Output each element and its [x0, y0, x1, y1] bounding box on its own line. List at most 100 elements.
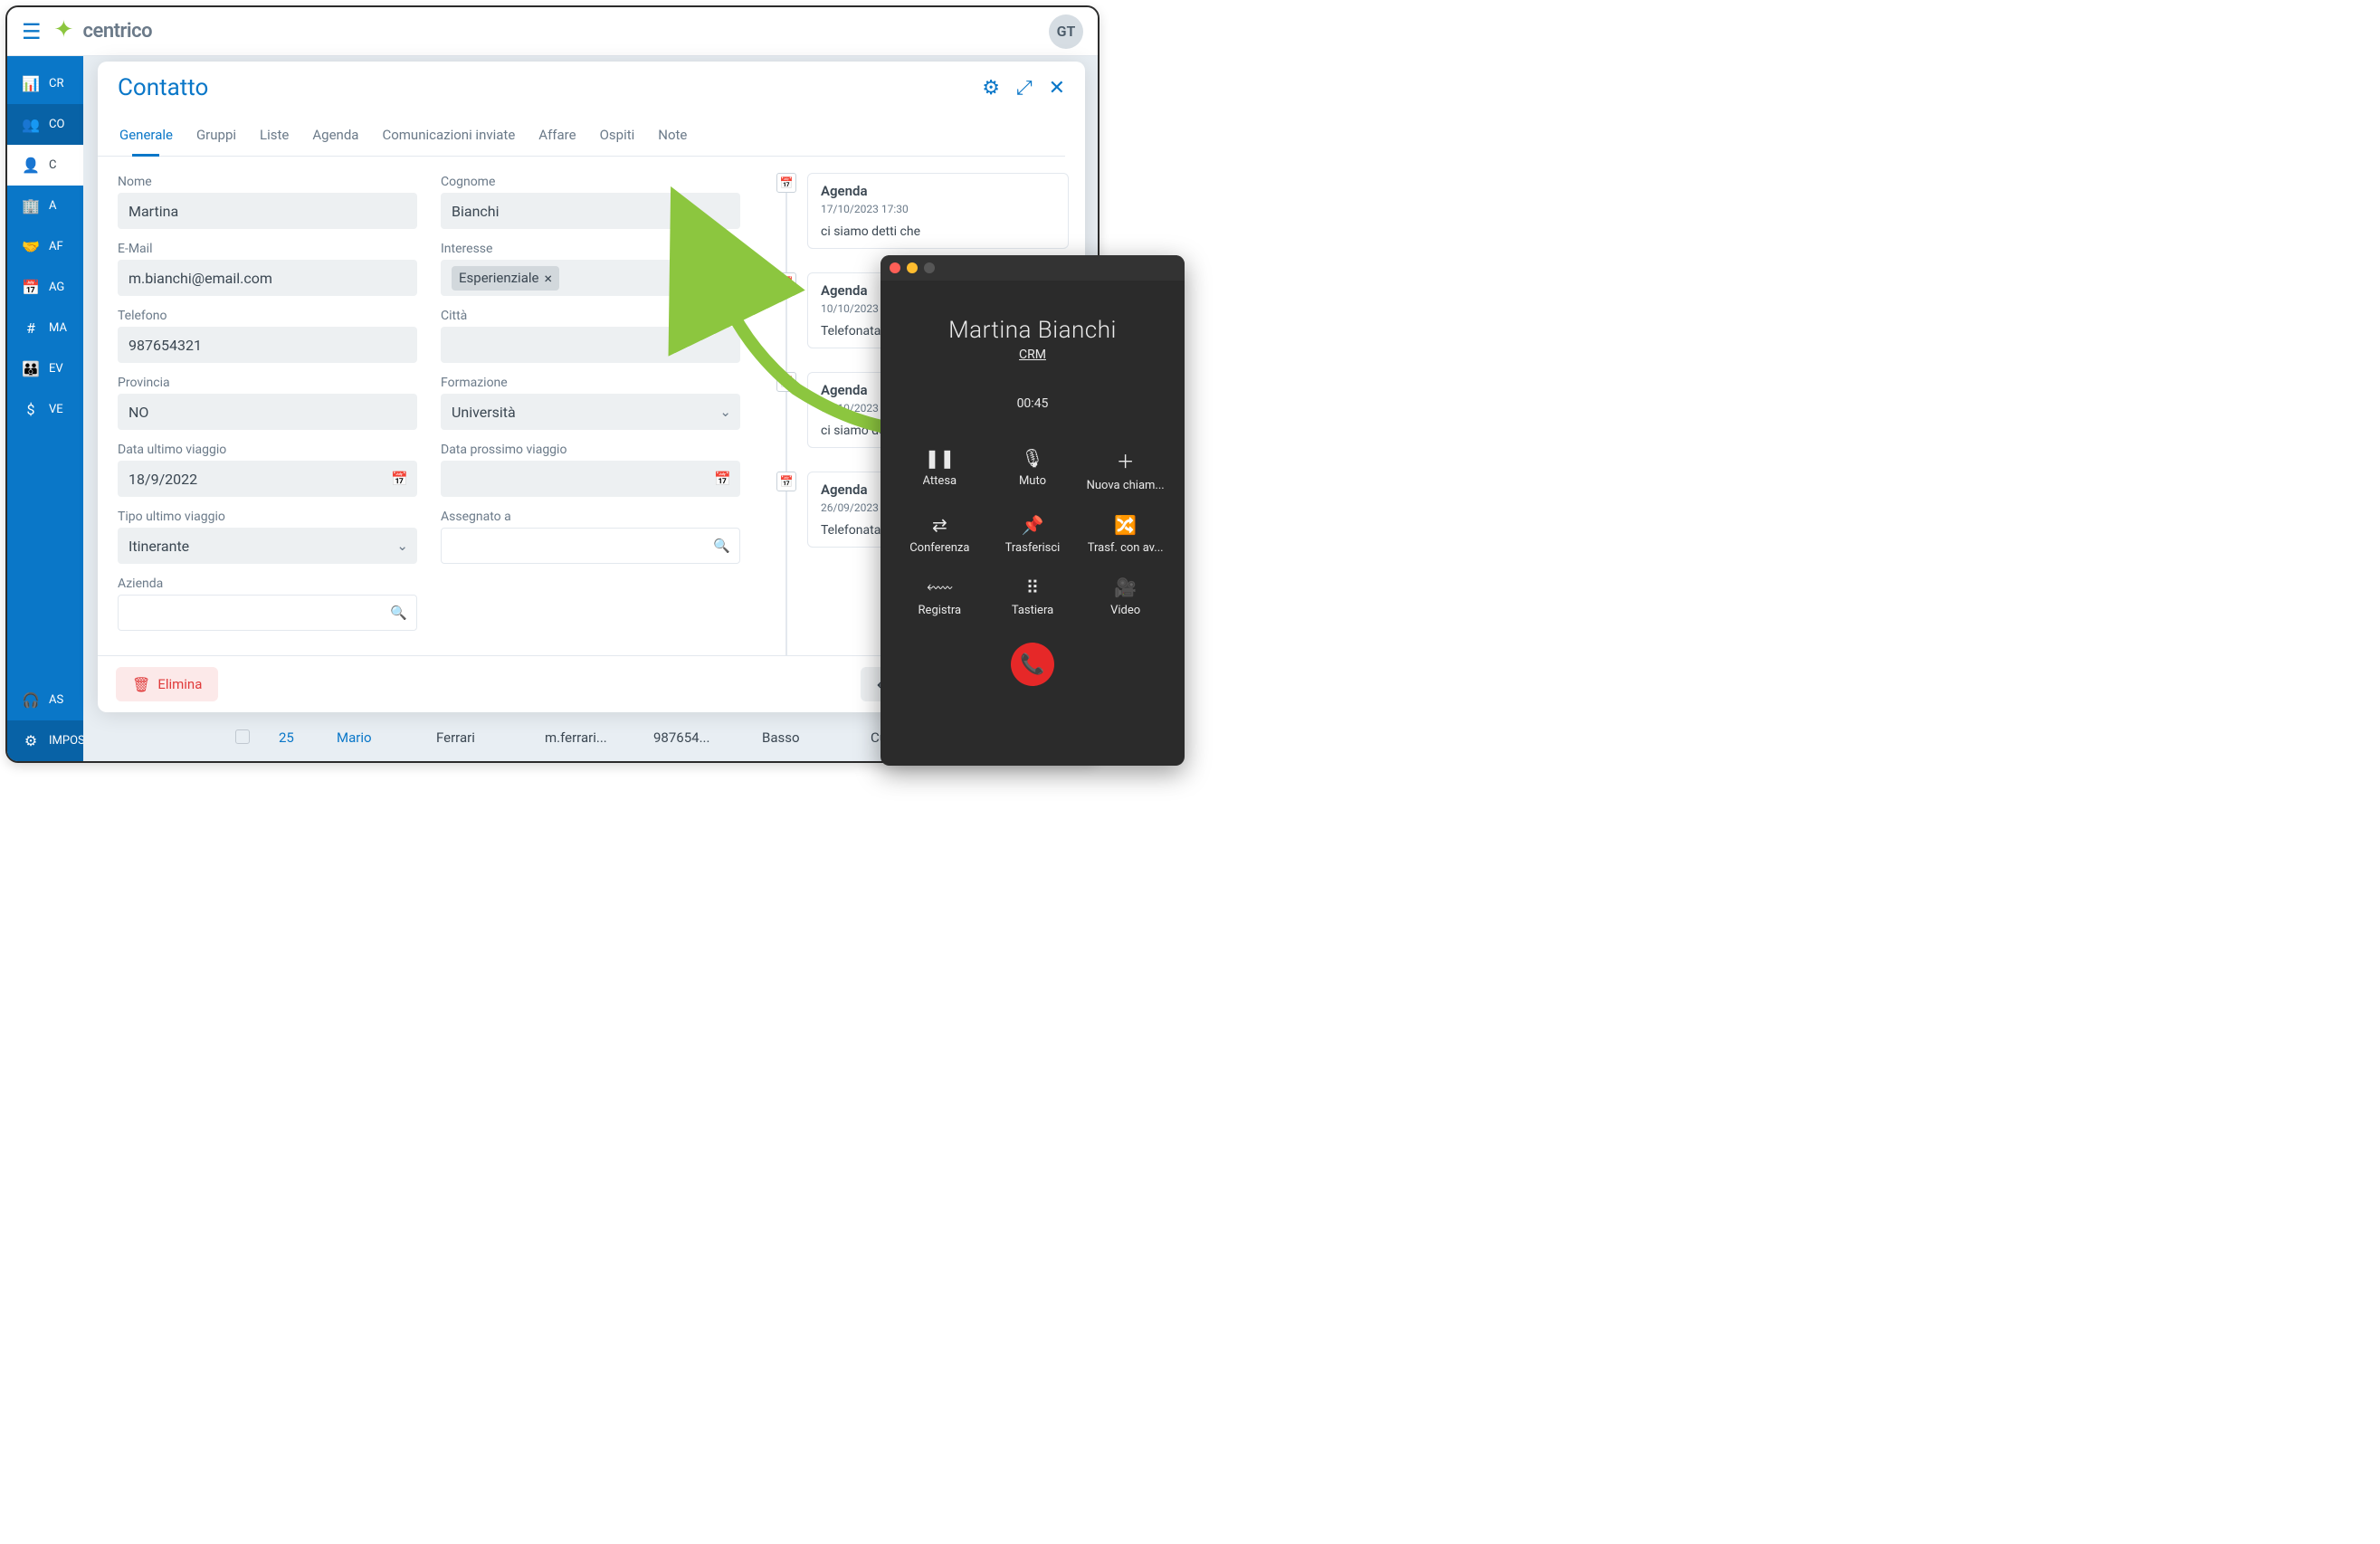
phone-titlebar	[881, 255, 1185, 281]
formazione-select[interactable]: Università⌄	[441, 394, 740, 430]
tab-gruppi[interactable]: Gruppi	[195, 121, 238, 156]
sidebar-item-6[interactable]: #MA	[7, 308, 83, 348]
tab-generale[interactable]: Generale	[118, 121, 175, 156]
topbar: ☰ centrico GT	[7, 7, 1098, 56]
row-col5: Basso	[762, 729, 852, 746]
form: Nome Cognome E-Mail Interesse Esperienzia…	[98, 157, 760, 655]
interesse-label: Interesse	[441, 242, 740, 256]
hamburger-icon[interactable]: ☰	[22, 19, 42, 44]
sidebar-item-2[interactable]: 👤C	[7, 145, 83, 186]
dataprossimo-label: Data prossimo viaggio	[441, 443, 740, 457]
sidebar-item-assist[interactable]: 🎧AS	[7, 680, 83, 720]
tab-affare[interactable]: Affare	[537, 121, 577, 156]
record-button[interactable]: ⬳Registra	[893, 577, 986, 617]
pause-icon: ❚❚	[925, 447, 956, 469]
expand-icon[interactable]: ⤢	[1016, 77, 1033, 100]
interesse-tag[interactable]: Esperienziale×	[452, 266, 559, 291]
provincia-input[interactable]	[118, 394, 417, 430]
dialog-title: Contatto	[118, 74, 208, 101]
new-call-button[interactable]: ＋Nuova chiam...	[1079, 447, 1172, 492]
row-id[interactable]: 25	[279, 729, 319, 746]
sidebar-item-7[interactable]: 👪EV	[7, 348, 83, 389]
transfer-button[interactable]: 📌Trasferisci	[986, 514, 1080, 555]
avatar[interactable]: GT	[1049, 14, 1083, 49]
tipoultimo-label: Tipo ultimo viaggio	[118, 510, 417, 524]
shuffle-icon: 🔀	[1114, 514, 1137, 536]
phone-down-icon: 📞	[1020, 653, 1044, 676]
transfer-attended-button[interactable]: 🔀Trasf. con av...	[1079, 514, 1172, 555]
assegnato-label: Assegnato a	[441, 510, 740, 524]
phone-widget: Martina Bianchi CRM 00:45 ❚❚Attesa 🎙Muto…	[881, 255, 1185, 766]
traffic-min-icon[interactable]	[907, 262, 918, 273]
building-icon: 🏢	[22, 197, 40, 214]
sidebar-item-0[interactable]: 📊CR	[7, 63, 83, 104]
email-input[interactable]	[118, 260, 417, 296]
group-icon: 👪	[22, 360, 40, 377]
cognome-label: Cognome	[441, 175, 740, 189]
video-icon: 🎥	[1114, 577, 1137, 598]
hash-icon: #	[22, 319, 40, 337]
azienda-input[interactable]: 🔍	[118, 595, 417, 631]
conference-button[interactable]: ⇄Conferenza	[893, 514, 986, 555]
logo-icon	[54, 20, 78, 43]
assegnato-input[interactable]: 🔍	[441, 528, 740, 564]
row-telefono: 987654...	[653, 729, 744, 746]
mute-button[interactable]: 🎙Muto	[986, 447, 1080, 492]
tab-agenda[interactable]: Agenda	[310, 121, 360, 156]
caller-name: Martina Bianchi	[948, 317, 1117, 344]
tipoultimo-select[interactable]: Itinerante⌄	[118, 528, 417, 564]
calendar-icon: 📅	[391, 471, 408, 487]
sidebar-item-4[interactable]: 🤝AF	[7, 226, 83, 267]
video-button[interactable]: 🎥Video	[1079, 577, 1172, 617]
logo[interactable]: centrico	[54, 20, 153, 43]
tab-liste[interactable]: Liste	[258, 121, 290, 156]
keypad-button[interactable]: ⠿Tastiera	[986, 577, 1080, 617]
row-checkbox[interactable]	[235, 729, 250, 744]
sidebar-item-3[interactable]: 🏢A	[7, 186, 83, 226]
sidebar-item-settings[interactable]: ⚙IMPOSTAZIONI⌄	[7, 720, 83, 761]
headset-icon: 🎧	[22, 691, 40, 709]
calendar-icon: 📅	[776, 272, 796, 292]
citta-input[interactable]	[441, 327, 740, 363]
row-email: m.ferrari...	[545, 729, 635, 746]
row-nome[interactable]: Mario	[337, 729, 418, 746]
sidebar-item-1[interactable]: 👥CO	[7, 104, 83, 145]
dataultimo-label: Data ultimo viaggio	[118, 443, 417, 457]
telefono-input[interactable]	[118, 327, 417, 363]
search-icon: 🔍	[390, 605, 407, 621]
tab-note[interactable]: Note	[656, 121, 689, 156]
interesse-input[interactable]: Esperienziale×	[441, 260, 740, 296]
dataultimo-input[interactable]: 18/9/2022📅	[118, 461, 417, 497]
tab-comunicazioni[interactable]: Comunicazioni inviate	[380, 121, 517, 156]
waveform-icon: ⬳	[927, 577, 953, 598]
tab-ospiti[interactable]: Ospiti	[598, 121, 637, 156]
logo-text: centrico	[83, 20, 153, 43]
remove-tag-icon[interactable]: ×	[544, 270, 552, 287]
nome-label: Nome	[118, 175, 417, 189]
search-icon: 🔍	[713, 538, 730, 554]
handshake-icon: 🤝	[22, 238, 40, 255]
gear-icon[interactable]: ⚙	[982, 77, 1000, 100]
phone-button-grid: ❚❚Attesa 🎙Muto ＋Nuova chiam... ⇄Conferen…	[893, 447, 1172, 617]
nome-input[interactable]	[118, 193, 417, 229]
calendar-icon: 📅	[714, 471, 731, 487]
delete-button[interactable]: 🗑Elimina	[116, 667, 218, 701]
cogs-icon: ⚙	[22, 732, 40, 749]
sidebar-item-8[interactable]: $VE	[7, 389, 83, 430]
cognome-input[interactable]	[441, 193, 740, 229]
hangup-button[interactable]: 📞	[1011, 643, 1054, 686]
email-label: E-Mail	[118, 242, 417, 256]
timeline-item[interactable]: 📅 Agenda 17/10/2023 17:30 ci siamo detti…	[760, 173, 1069, 249]
traffic-close-icon[interactable]	[890, 262, 900, 273]
tabs: Generale Gruppi Liste Agenda Comunicazio…	[98, 114, 1065, 157]
caller-source[interactable]: CRM	[1019, 348, 1046, 362]
call-timer: 00:45	[1017, 396, 1049, 411]
traffic-max-icon[interactable]	[924, 262, 935, 273]
hold-button[interactable]: ❚❚Attesa	[893, 447, 986, 492]
gauge-icon: 📊	[22, 75, 40, 92]
sidebar-item-5[interactable]: 📅AG	[7, 267, 83, 308]
dataprossimo-input[interactable]: 📅	[441, 461, 740, 497]
mic-icon: 🎙	[1021, 447, 1043, 469]
formazione-label: Formazione	[441, 376, 740, 390]
close-icon[interactable]: ✕	[1049, 77, 1065, 100]
